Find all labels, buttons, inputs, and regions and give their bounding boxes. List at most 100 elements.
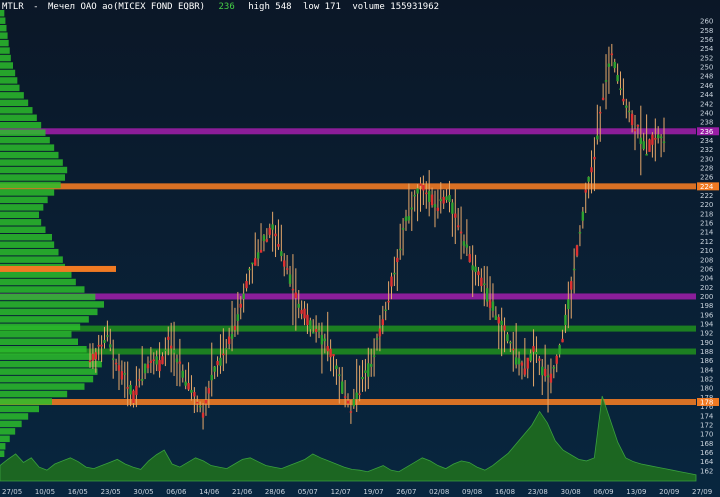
chart-background: [0, 0, 720, 497]
candle-body: [642, 141, 645, 149]
candle-body: [239, 303, 242, 308]
candle-body: [485, 288, 489, 302]
price-tick-label: 240: [700, 109, 713, 117]
candle-body: [204, 399, 208, 404]
level-line: [0, 293, 696, 300]
candle-body: [407, 216, 411, 221]
profile-bar: [0, 211, 39, 219]
candle-body: [277, 244, 280, 247]
candle-body: [477, 271, 480, 276]
candle-body: [283, 260, 286, 267]
profile-bar: [0, 181, 61, 189]
profile-bar: [0, 346, 87, 353]
candle-body: [459, 231, 463, 234]
price-tick-label: 212: [700, 238, 713, 246]
price-chart[interactable]: 1621641661681701721741761781801821841861…: [0, 0, 720, 497]
candle-body: [439, 199, 442, 202]
candle-body: [370, 363, 373, 367]
candle-body: [274, 233, 277, 237]
candle-body: [143, 363, 147, 374]
price-tick-label: 172: [700, 421, 713, 429]
price-tick-label: 202: [700, 284, 713, 292]
candle-body: [520, 362, 524, 366]
candle-body: [306, 314, 309, 326]
candle-body: [465, 244, 469, 248]
date-tick-label: 16/05: [68, 488, 88, 496]
candle-body: [259, 249, 263, 253]
candle-body: [471, 265, 474, 271]
candle-body: [651, 134, 654, 145]
candle-body: [497, 317, 500, 324]
candle-body: [164, 349, 167, 352]
candle-body: [213, 366, 216, 372]
candle-body: [268, 227, 271, 235]
candle-body: [149, 360, 153, 363]
candle-body: [152, 359, 155, 361]
candle-body: [251, 262, 254, 265]
profile-bar: [0, 69, 16, 77]
date-tick-label: 30/08: [561, 488, 581, 496]
candle-body: [332, 354, 335, 357]
candle-body: [422, 184, 425, 191]
candle-body: [636, 125, 640, 127]
profile-bar: [0, 226, 46, 233]
candle-body: [167, 336, 170, 340]
profile-bar: [0, 368, 98, 375]
candle-body: [355, 392, 358, 400]
profile-bar: [0, 32, 8, 39]
profile-bar: [0, 271, 72, 278]
profile-bar: [0, 129, 46, 136]
candle-body: [590, 167, 593, 173]
candle-body: [372, 355, 376, 358]
candle-body: [219, 357, 222, 366]
candle-body: [326, 346, 329, 352]
candle-body: [401, 228, 405, 230]
candle-body: [103, 340, 106, 343]
candle-body: [323, 338, 327, 342]
candle-body: [448, 195, 451, 202]
candle-body: [169, 345, 173, 349]
price-tick-label: 220: [700, 201, 713, 209]
candle-body: [361, 376, 364, 380]
header-separator: -: [33, 2, 38, 12]
candle-body: [535, 352, 538, 355]
candle-body: [613, 61, 616, 69]
ticker-symbol: MTLR: [2, 2, 24, 12]
candle-body: [654, 138, 657, 140]
candle-body: [94, 352, 97, 360]
candle-body: [138, 379, 141, 381]
date-tick-label: 14/06: [199, 488, 220, 496]
profile-bar: [0, 443, 6, 450]
profile-bar: [0, 17, 6, 24]
candle-body: [541, 366, 544, 376]
candle-body: [120, 371, 124, 380]
candle-body: [503, 325, 506, 331]
candle-body: [538, 358, 541, 361]
candle-body: [140, 379, 144, 381]
profile-bar: [0, 308, 98, 316]
candle-body: [364, 370, 367, 373]
candle-body: [207, 388, 211, 394]
candle-body: [633, 129, 637, 132]
instrument-name: Мечел ОАО ао(MICEX FOND EQBR): [48, 2, 205, 12]
date-tick-label: 21/06: [232, 488, 253, 496]
candle-body: [404, 216, 408, 222]
candle-body: [517, 358, 521, 365]
candle-body: [216, 361, 219, 366]
profile-bar: [0, 234, 52, 241]
profile-bar: [0, 338, 78, 345]
session-volume: volume 155931962: [352, 2, 439, 12]
candle-body: [442, 196, 445, 204]
profile-bar: [0, 360, 102, 368]
date-tick-label: 09/08: [462, 488, 482, 496]
candle-body: [601, 97, 605, 100]
profile-bar: [0, 39, 9, 47]
price-tick-label: 188: [700, 348, 713, 356]
candle-body: [483, 283, 486, 285]
candle-body: [338, 374, 341, 376]
profile-bar: [0, 278, 76, 286]
candle-body: [309, 320, 312, 330]
candle-body: [175, 358, 179, 363]
candle-body: [367, 363, 370, 377]
candle-body: [146, 364, 150, 369]
